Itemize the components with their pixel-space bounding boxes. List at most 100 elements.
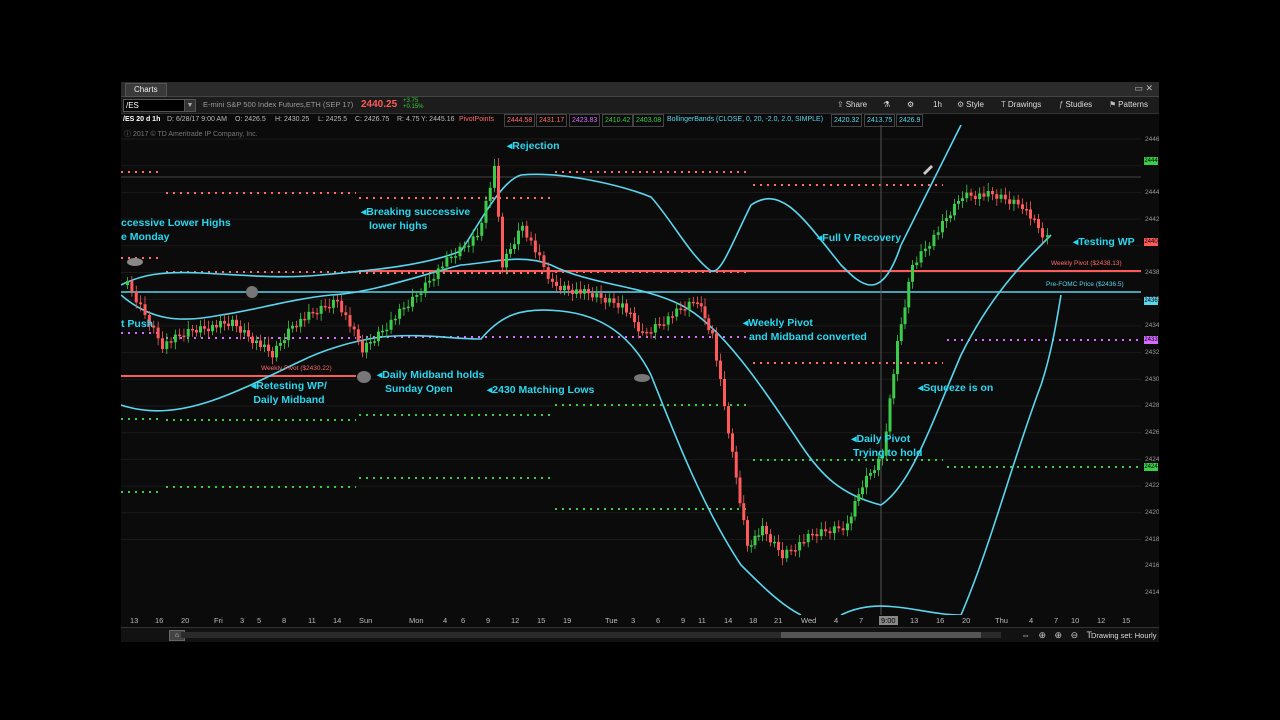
- chart-bottom-bar: ⌂ ⇔ ⊕ ⊕ ⊖ T Drawing set: Hourly: [121, 627, 1159, 642]
- studies-icon: ƒ: [1059, 100, 1064, 109]
- candle-body: [616, 302, 620, 308]
- study-values-bar: /ES 20 d 1h D: 6/28/17 9:00 AM O: 2426.5…: [121, 114, 1159, 127]
- old-weekly-pivot-label: Weekly Pivot ($2430.22): [261, 365, 332, 372]
- patterns-button[interactable]: ⚑ Patterns: [1109, 100, 1148, 109]
- scrollbar-thumb[interactable]: [781, 632, 981, 638]
- candle-body: [587, 289, 590, 294]
- y-tick: 2434: [1145, 322, 1159, 329]
- patterns-icon: ⚑: [1109, 100, 1117, 109]
- studies-label: Studies: [1065, 100, 1093, 109]
- symbol-dropdown-icon[interactable]: ▼: [184, 99, 196, 112]
- candle-body: [255, 340, 258, 343]
- candle-body: [377, 331, 380, 342]
- annotation-full-v-recovery[interactable]: ◂Full V Recovery: [817, 231, 901, 245]
- candle-body: [877, 458, 880, 471]
- candle-body: [389, 319, 393, 330]
- candle-body: [749, 545, 753, 547]
- candle-body: [365, 342, 368, 353]
- candle-body: [517, 230, 520, 245]
- chart-period[interactable]: /ES 20 d 1h: [123, 114, 160, 125]
- pivot-study-name[interactable]: PivotPoints: [459, 114, 494, 125]
- annotation-lower-highs[interactable]: ccessive Lower Highs e Monday: [121, 216, 231, 244]
- style-button[interactable]: ⚙ Style: [957, 100, 984, 109]
- candle-body: [785, 549, 789, 559]
- candle-body: [1016, 199, 1020, 205]
- window-controls[interactable]: ▭ ✕: [1134, 83, 1153, 94]
- candle-body: [738, 477, 742, 504]
- candle-body: [352, 326, 356, 330]
- studies-button[interactable]: ƒ Studies: [1059, 100, 1092, 109]
- time-scrollbar[interactable]: [181, 632, 1001, 638]
- drawing-t-icon: T: [1001, 100, 1006, 109]
- x-tick: 3: [631, 616, 636, 625]
- bar-high: H: 2430.25: [275, 116, 310, 123]
- candle-body: [849, 516, 853, 524]
- candle-body: [645, 331, 649, 334]
- charts-tab[interactable]: Charts: [125, 83, 167, 97]
- annotation-rejection[interactable]: ◂Rejection: [507, 139, 560, 153]
- candle-body: [311, 311, 315, 314]
- candle-body: [945, 218, 948, 221]
- gear-icon[interactable]: ⚙: [907, 100, 914, 109]
- candle-body: [841, 528, 845, 531]
- style-icon: ⚙: [957, 100, 965, 109]
- candle-body: [911, 265, 914, 282]
- candle-body: [398, 308, 402, 319]
- annotation-weekly-pivot-converted[interactable]: ◂Weekly Pivot and Midband converted: [743, 316, 867, 344]
- copyright-label: 2017 © TD Ameritrade IP Company, Inc.: [132, 131, 258, 138]
- candle-body: [625, 303, 628, 313]
- candle-body: [723, 379, 726, 407]
- candle-body: [402, 307, 406, 310]
- candle-body: [134, 291, 138, 303]
- candle-body: [275, 345, 278, 358]
- price-change: +3.75 +0.15%: [403, 98, 424, 110]
- zoom-controls-icon[interactable]: ⇔ ⊕ ⊕ ⊖ T: [1021, 630, 1095, 641]
- candle-body: [819, 529, 823, 537]
- drawings-button[interactable]: T Drawings: [1001, 100, 1041, 109]
- annotation-push[interactable]: t Push: [121, 317, 153, 331]
- y-tick: 2414: [1145, 589, 1159, 596]
- bar-range: R: 4.75: [397, 116, 420, 123]
- annotation-daily-pivot[interactable]: ◂Daily Pivot Trying to hold: [839, 432, 922, 460]
- annotation-matching-lows[interactable]: ◂2430 Matching Lows: [487, 383, 594, 397]
- candle-body: [143, 304, 147, 315]
- candle-body: [777, 541, 780, 550]
- candle-body: [344, 312, 348, 316]
- annotation-breaking-lower-highs[interactable]: ◂Breaking successive lower highs: [361, 205, 470, 233]
- candle-body: [263, 344, 266, 347]
- candle-body: [161, 338, 164, 349]
- candle-body: [798, 541, 802, 551]
- bar-low: L: 2425.5: [318, 116, 348, 123]
- price-tag-last: 2440: [1144, 238, 1158, 246]
- annotation-squeeze[interactable]: ◂Squeeze is on: [918, 381, 993, 395]
- symbol-input[interactable]: /ES ▼: [123, 99, 196, 112]
- annotation-testing-wp[interactable]: ◂Testing WP: [1073, 235, 1135, 249]
- x-tick-cursor: 9:00: [879, 616, 898, 625]
- candle-body: [169, 341, 173, 343]
- annotation-retesting-wp[interactable]: ◂Retesting WP/Daily Midband: [251, 379, 327, 407]
- drawing-set-label[interactable]: Drawing set: Hourly: [1091, 631, 1156, 640]
- bb-study-name[interactable]: BollingerBands (CLOSE, 0, 20, -2.0, 2.0,…: [667, 114, 823, 125]
- candle-body: [231, 319, 234, 327]
- candle-body: [432, 279, 436, 281]
- candle-body: [603, 297, 607, 303]
- annotation-daily-midband-holds[interactable]: ◂Daily Midband holds Sunday Open: [377, 368, 484, 396]
- timeframe-button[interactable]: 1h: [933, 100, 942, 109]
- candle-body: [608, 298, 612, 303]
- candle-body: [861, 487, 864, 495]
- candle-body: [903, 307, 907, 325]
- marker-oval: [357, 371, 371, 383]
- flask-icon[interactable]: ⚗: [883, 100, 890, 109]
- share-button[interactable]: ⇪ Share: [837, 100, 867, 109]
- candle-body: [406, 306, 410, 309]
- candle-body: [1003, 194, 1007, 200]
- candle-body: [497, 166, 500, 217]
- time-axis[interactable]: 13 16 20 Fri 3 5 8 11 14 Sun Mon 4 6 9 1…: [121, 615, 1159, 627]
- candle-body: [757, 535, 761, 537]
- cursor-y: Y: 2445.16: [421, 116, 455, 123]
- candle-body: [1037, 219, 1040, 229]
- candle-body: [769, 534, 772, 543]
- candle-body: [731, 433, 734, 452]
- candle-body: [1025, 209, 1028, 211]
- candle-body: [961, 198, 964, 201]
